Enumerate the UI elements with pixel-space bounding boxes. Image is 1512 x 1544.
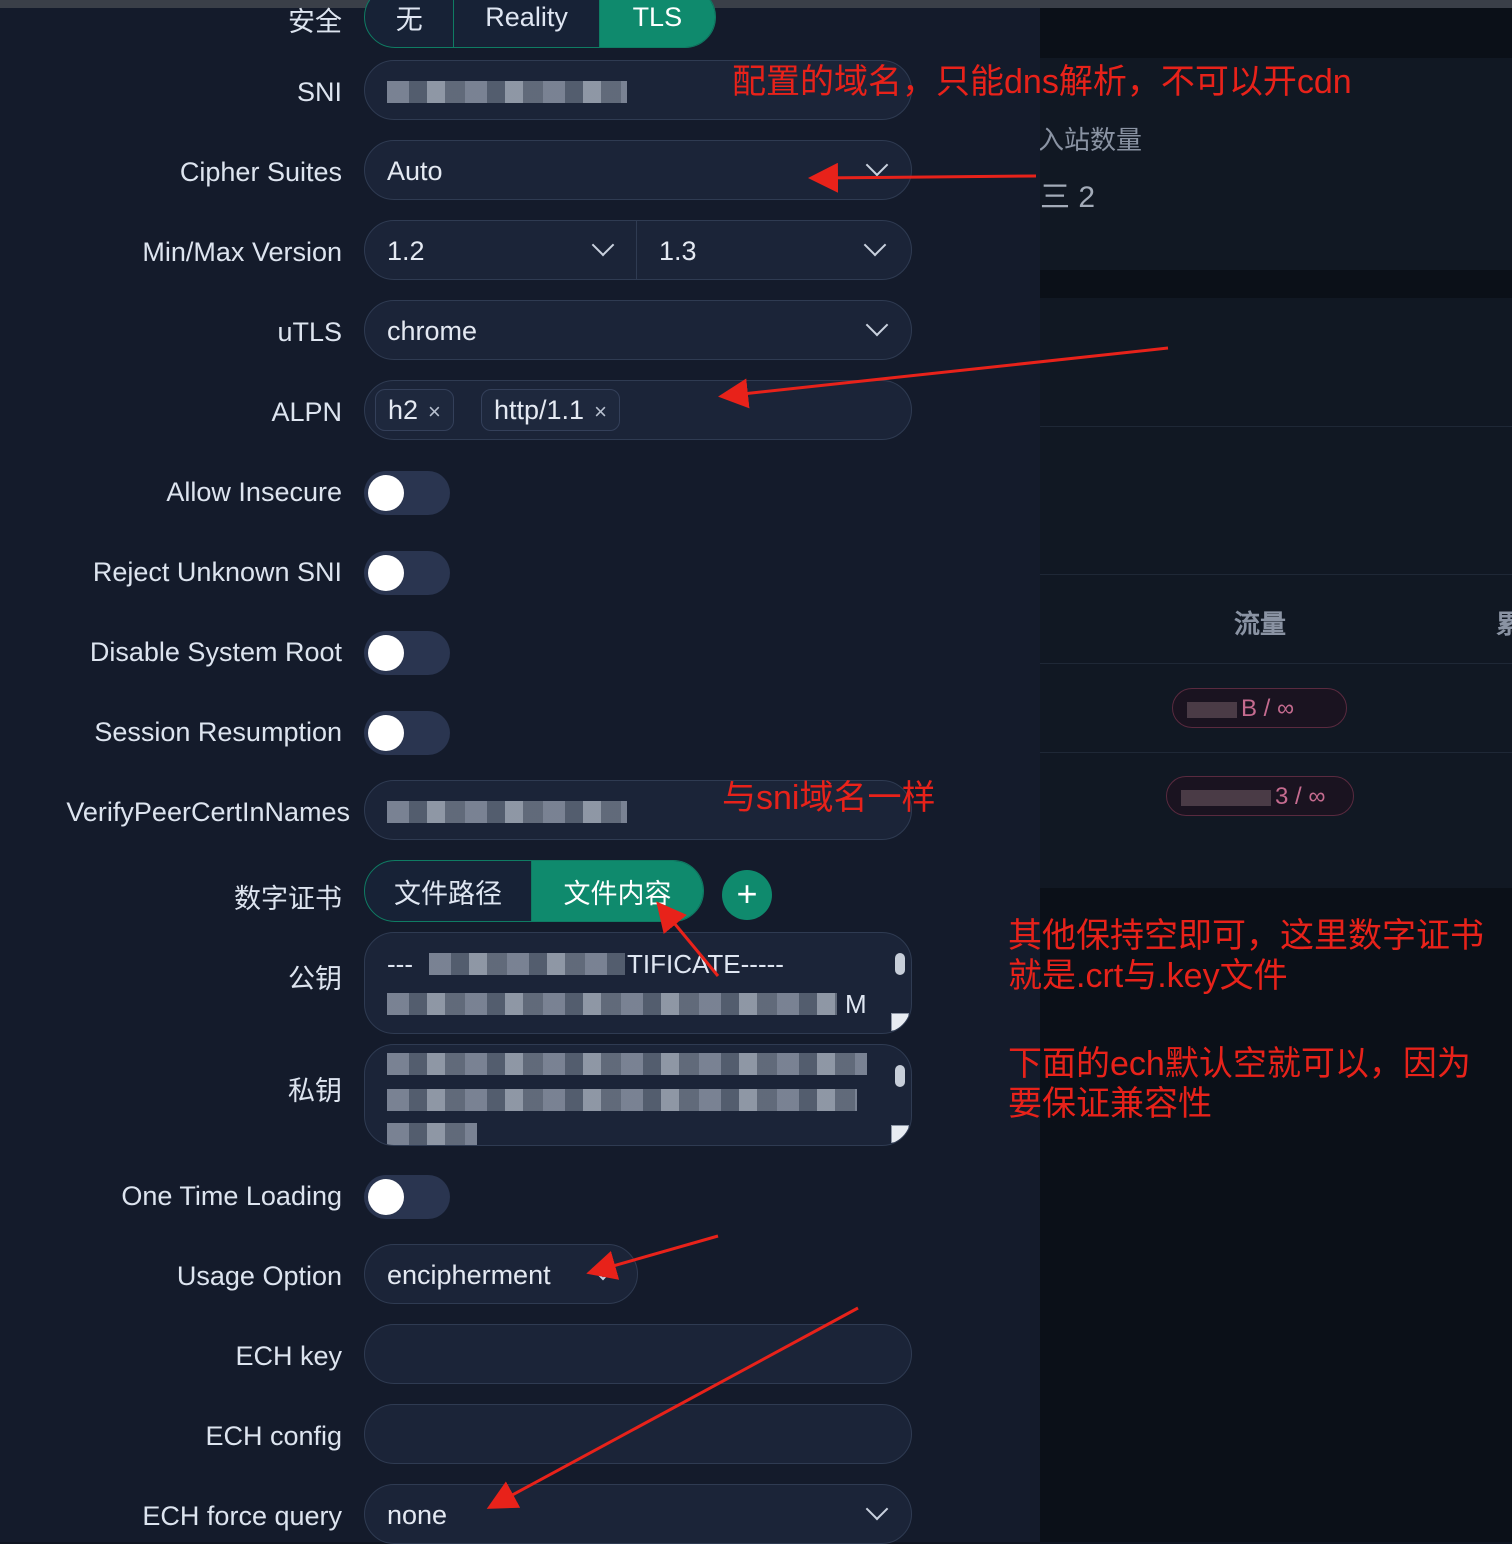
arrow-to-file-content	[656, 901, 720, 977]
annotation-arrows	[486, 162, 1169, 1509]
arrow-to-cipher-suites	[808, 162, 1037, 193]
arrow-to-alpn	[718, 346, 1169, 409]
arrow-to-usage-option	[586, 1234, 719, 1280]
arrow-to-ech-force-query	[486, 1306, 859, 1509]
